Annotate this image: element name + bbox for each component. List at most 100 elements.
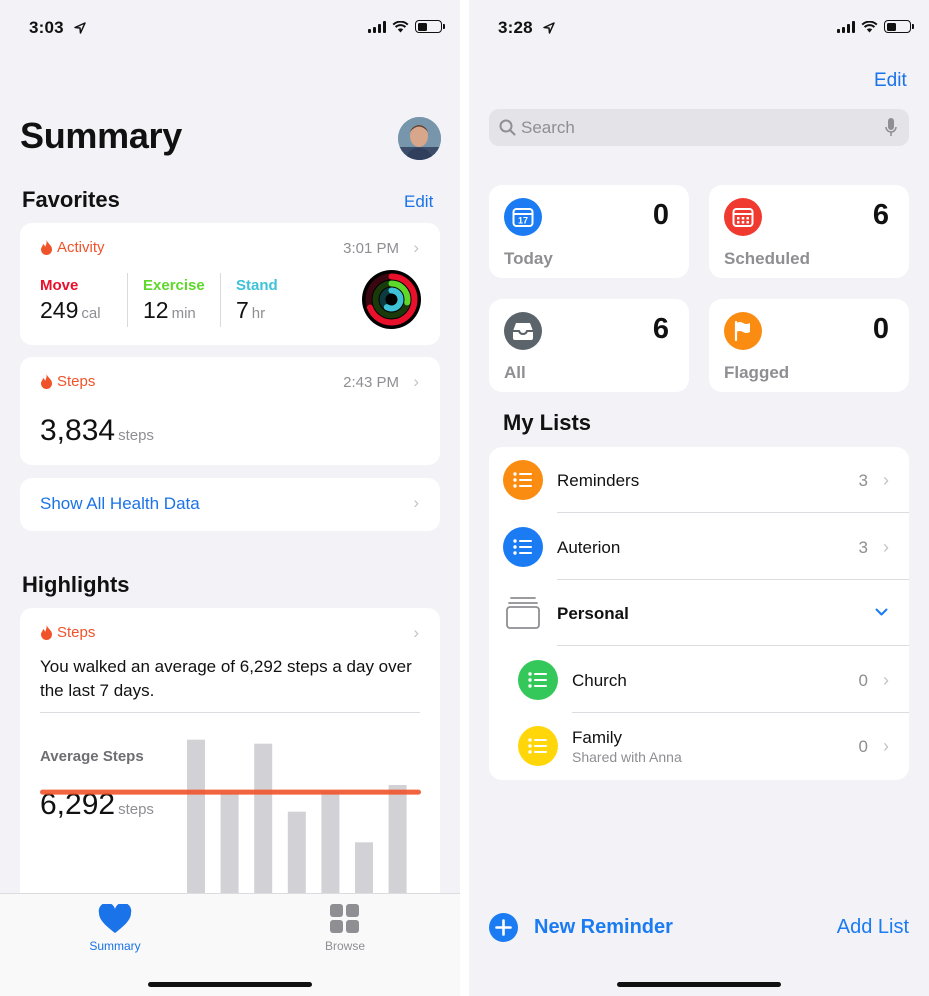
cellular-signal-icon (837, 20, 855, 33)
calendar-scheduled-icon (732, 208, 754, 227)
activity-label: Activity (40, 239, 105, 256)
list-count: 0 (858, 671, 868, 690)
chevron-right-icon: › (883, 736, 889, 756)
status-time: 3:03 (29, 18, 64, 37)
profile-avatar[interactable] (398, 117, 441, 160)
page-title: Summary (20, 115, 182, 156)
activity-time: 3:01 PM (343, 240, 399, 257)
steps-label: Steps (40, 373, 95, 390)
new-reminder-button[interactable]: New Reminder (489, 913, 673, 942)
home-indicator (617, 982, 781, 987)
reminders-screen: 3:28 Edit 17 0 Today 6 Scheduled 6 All (469, 0, 929, 996)
list-count: 3 (858, 538, 868, 557)
search-icon (499, 119, 516, 136)
highlights-card[interactable]: Steps › You walked an average of 6,292 s… (20, 608, 440, 938)
status-bar: 3:28 (469, 14, 929, 42)
microphone-icon[interactable] (885, 118, 897, 137)
list-item-reminders[interactable]: Reminders 3 › (489, 447, 909, 513)
all-tile[interactable]: 6 All (489, 299, 689, 392)
my-lists-heading: My Lists (503, 410, 592, 435)
favorites-heading: Favorites (22, 187, 120, 212)
steps-bar (355, 842, 373, 898)
chevron-right-icon: › (413, 372, 419, 391)
today-tile[interactable]: 17 0 Today (489, 185, 689, 278)
move-number: 249 (40, 297, 79, 323)
move-unit: cal (81, 305, 101, 322)
steps-card[interactable]: Steps 2:43 PM › 3,834 steps (20, 357, 440, 465)
group-name: Personal (557, 604, 629, 623)
steps-bar (220, 793, 239, 898)
avatar-photo-icon (398, 117, 441, 160)
chevron-right-icon: › (883, 537, 889, 557)
battery-icon (415, 20, 445, 33)
flagged-icon-bg (724, 312, 762, 350)
status-bar: 3:03 (0, 14, 460, 42)
exercise-number: 12 (143, 297, 169, 323)
list-group-icon (506, 597, 540, 629)
scheduled-tile[interactable]: 6 Scheduled (709, 185, 909, 278)
show-all-health-data-row[interactable]: Show All Health Data › (20, 478, 440, 531)
list-icon-bg (503, 460, 543, 500)
list-bullet-icon (528, 738, 547, 754)
grid-icon (330, 904, 359, 933)
status-icons (368, 20, 445, 33)
list-bullet-icon (528, 672, 547, 688)
row-separator (557, 645, 909, 646)
activity-card[interactable]: Activity 3:01 PM › Move 249 cal Exercise … (20, 223, 440, 345)
wifi-icon (392, 20, 409, 32)
list-group-personal[interactable]: Personal (489, 580, 909, 646)
scheduled-icon-bg (724, 198, 762, 236)
edit-favorites-button[interactable]: Edit (404, 192, 433, 212)
all-count: 6 (652, 313, 669, 345)
list-item-family[interactable]: Family Shared with Anna 0 › (489, 713, 909, 779)
home-indicator (148, 982, 312, 987)
chevron-right-icon: › (883, 470, 889, 490)
plus-circle-icon (489, 913, 518, 942)
list-item-auterion[interactable]: Auterion 3 › (489, 514, 909, 580)
location-arrow-icon (74, 22, 86, 34)
list-item-church[interactable]: Church 0 › (489, 647, 909, 713)
stand-unit: hr (251, 305, 266, 322)
steps-bar (321, 791, 340, 898)
chevron-down-icon[interactable] (875, 608, 888, 617)
bottom-toolbar: New Reminder Add List (469, 908, 929, 948)
edit-button[interactable]: Edit (874, 70, 907, 92)
list-bullet-icon (513, 539, 532, 555)
list-name: Reminders (557, 471, 640, 490)
tab-browse-label: Browse (324, 939, 365, 953)
heart-icon (98, 902, 132, 933)
chevron-right-icon: › (413, 493, 419, 512)
scheduled-count: 6 (872, 199, 889, 231)
flagged-tile[interactable]: 0 Flagged (709, 299, 909, 392)
today-count: 0 (652, 199, 669, 231)
tab-summary[interactable]: Summary (80, 902, 150, 953)
search-input[interactable] (521, 109, 861, 146)
metric-divider (127, 273, 128, 327)
scheduled-label: Scheduled (724, 249, 810, 268)
flagged-label: Flagged (724, 363, 790, 382)
today-icon-bg: 17 (504, 198, 542, 236)
exercise-value: 12 min (143, 297, 196, 324)
highlights-heading: Highlights (22, 572, 130, 597)
all-label: All (504, 363, 526, 382)
exercise-label: Exercise (143, 277, 205, 294)
my-lists-card: Reminders 3 › Auterion 3 › Personal Chur… (489, 447, 909, 780)
add-list-button[interactable]: Add List (837, 916, 909, 939)
tab-bar: Summary Browse (0, 893, 460, 996)
health-screen: 3:03 Summary Favorites Edit Activity 3:0… (0, 0, 460, 996)
move-value: 249 cal (40, 297, 101, 324)
list-icon-bg (518, 660, 558, 700)
stand-value: 7 hr (236, 297, 265, 324)
row-separator (557, 512, 909, 513)
steps-time: 2:43 PM (343, 374, 399, 391)
exercise-unit: min (171, 305, 196, 322)
divider (40, 712, 420, 713)
show-all-health-data-link[interactable]: Show All Health Data (40, 494, 200, 514)
chevron-right-icon: › (883, 670, 889, 690)
search-bar[interactable] (489, 109, 909, 146)
all-icon-bg (504, 312, 542, 350)
steps-bar-chart (40, 739, 421, 898)
steps-bar (187, 739, 205, 898)
tab-browse[interactable]: Browse (310, 904, 380, 953)
steps-value: 3,834 steps (40, 414, 154, 448)
